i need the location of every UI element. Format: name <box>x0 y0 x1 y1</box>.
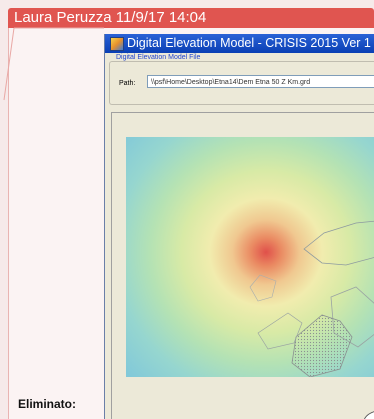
app-icon <box>110 37 124 51</box>
dem-window: Digital Elevation Model - CRISIS 2015 Ve… <box>104 34 374 419</box>
dem-file-group-legend: Digital Elevation Model File <box>114 54 203 61</box>
map-corner-grip <box>364 411 374 419</box>
window-titlebar[interactable]: Digital Elevation Model - CRISIS 2015 Ve… <box>105 34 374 53</box>
path-label: Path: <box>119 80 136 87</box>
window-title: Digital Elevation Model - CRISIS 2015 Ve… <box>127 36 371 50</box>
comment-author-date: Laura Peruzza 11/9/17 14:04 <box>14 9 207 26</box>
dem-map-image[interactable] <box>126 137 374 377</box>
deleted-label: Eliminato: <box>18 397 77 411</box>
path-input[interactable]: \\psf\Home\Desktop\Etna14\Dem Etna 50 Z … <box>147 75 374 88</box>
dem-viewer-panel <box>111 112 374 419</box>
comment-header: Laura Peruzza 11/9/17 14:04 <box>8 8 374 28</box>
